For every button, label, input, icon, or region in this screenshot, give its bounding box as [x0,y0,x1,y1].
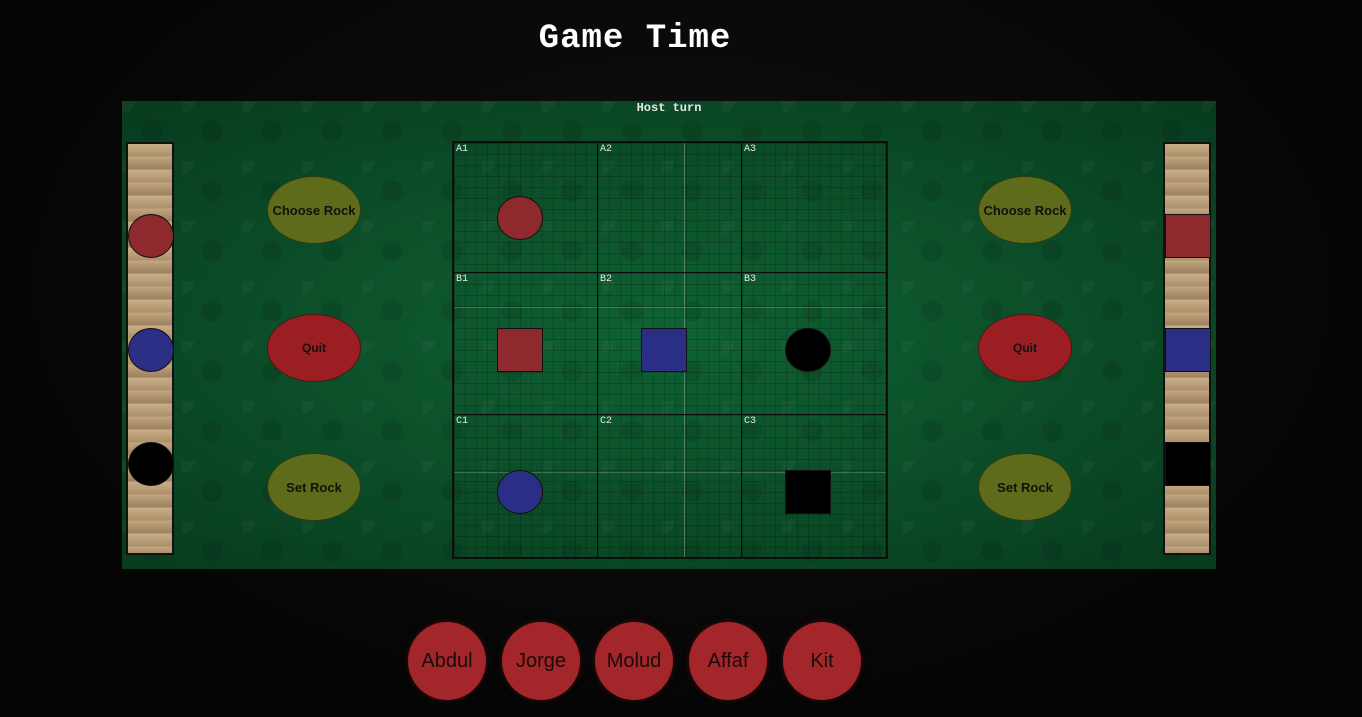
right-rock-rack [1163,142,1211,555]
cell-label: B2 [600,274,613,285]
board-cell-b3[interactable]: B3 [741,272,887,415]
rock-red-square [497,328,543,372]
rock-red-circle [497,196,543,240]
game-board: A1 A2 A3 B1 B2 B3 C1 C2 C3 [452,141,888,559]
right-rack-rock-blue[interactable] [1165,328,1211,372]
board-cell-a3[interactable]: A3 [741,142,887,273]
left-rack-rock-black[interactable] [128,442,174,486]
rock-black-square [785,470,831,514]
board-cell-b2[interactable]: B2 [597,272,742,415]
board-cell-b1[interactable]: B1 [453,272,598,415]
right-rack-rock-red[interactable] [1165,214,1211,258]
right-choose-rock-button[interactable]: Choose Rock [978,176,1072,244]
board-cell-c1[interactable]: C1 [453,414,598,558]
left-quit-button[interactable]: Quit [267,314,361,382]
right-rack-rock-black[interactable] [1165,442,1211,486]
cell-label: C1 [456,416,469,427]
board-cell-c2[interactable]: C2 [597,414,742,558]
player-button[interactable]: Abdul [408,622,486,700]
player-button[interactable]: Affaf [689,622,767,700]
right-set-rock-button[interactable]: Set Rock [978,453,1072,521]
right-quit-button[interactable]: Quit [978,314,1072,382]
rock-blue-circle [497,470,543,514]
left-choose-rock-button[interactable]: Choose Rock [267,176,361,244]
player-button[interactable]: Jorge [502,622,580,700]
cell-label: A3 [744,144,757,155]
board-cell-a1[interactable]: A1 [453,142,598,273]
left-set-rock-button[interactable]: Set Rock [267,453,361,521]
board-cell-a2[interactable]: A2 [597,142,742,273]
cell-label: A1 [456,144,469,155]
left-rock-rack [126,142,174,555]
left-rack-rock-red[interactable] [128,214,174,258]
cell-label: B3 [744,274,757,285]
player-button[interactable]: Kit [783,622,861,700]
board-cell-c3[interactable]: C3 [741,414,887,558]
turn-indicator: Host turn [636,101,702,115]
cell-label: C3 [744,416,757,427]
rock-blue-square [641,328,687,372]
rock-black-circle [785,328,831,372]
game-table: Host turn Choose Rock Quit Set Rock A1 A… [122,101,1216,569]
cell-label: A2 [600,144,613,155]
cell-label: C2 [600,416,613,427]
left-rack-rock-blue[interactable] [128,328,174,372]
cell-label: B1 [456,274,469,285]
player-button[interactable]: Molud [595,622,673,700]
page-title: Game Time [538,20,732,58]
